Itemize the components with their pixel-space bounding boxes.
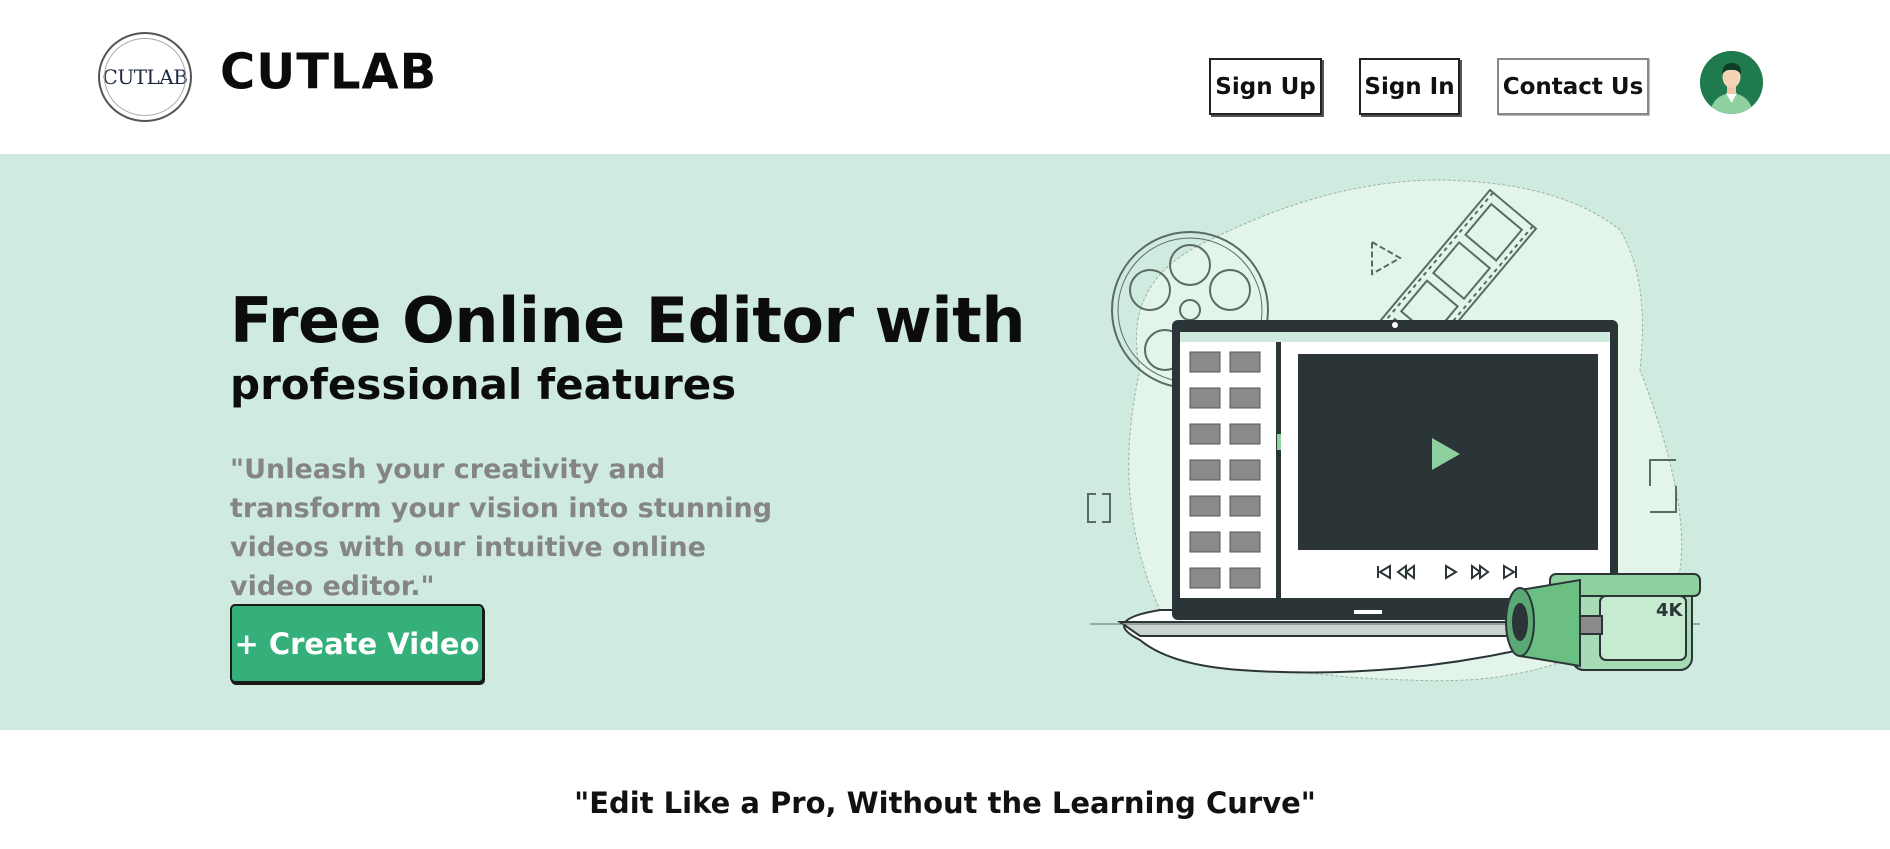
hero-subtitle: professional features <box>230 360 737 409</box>
user-avatar-icon[interactable] <box>1700 51 1763 114</box>
site-header: CUTLAB CUTLAB Sign Up Sign In Contact Us <box>0 0 1890 154</box>
laptop-icon <box>1172 320 1618 620</box>
sign-in-button[interactable]: Sign In <box>1359 58 1460 115</box>
create-video-button[interactable]: + Create Video <box>230 604 484 683</box>
logo-text: CUTLAB <box>102 65 188 89</box>
camcorder-icon: 4K <box>1505 573 1701 671</box>
logo[interactable]: CUTLAB <box>98 32 192 122</box>
sign-up-button[interactable]: Sign Up <box>1209 58 1322 115</box>
camcorder-badge: 4K <box>1656 600 1684 621</box>
brand-name[interactable]: CUTLAB <box>220 43 437 100</box>
tagline: "Edit Like a Pro, Without the Learning C… <box>574 786 1316 820</box>
hero-description: "Unleash your creativity and transform y… <box>230 454 773 602</box>
hero-title: Free Online Editor with <box>230 284 1025 357</box>
video-editor-illustration: 4K <box>1087 179 1701 682</box>
contact-us-button[interactable]: Contact Us <box>1497 58 1649 115</box>
